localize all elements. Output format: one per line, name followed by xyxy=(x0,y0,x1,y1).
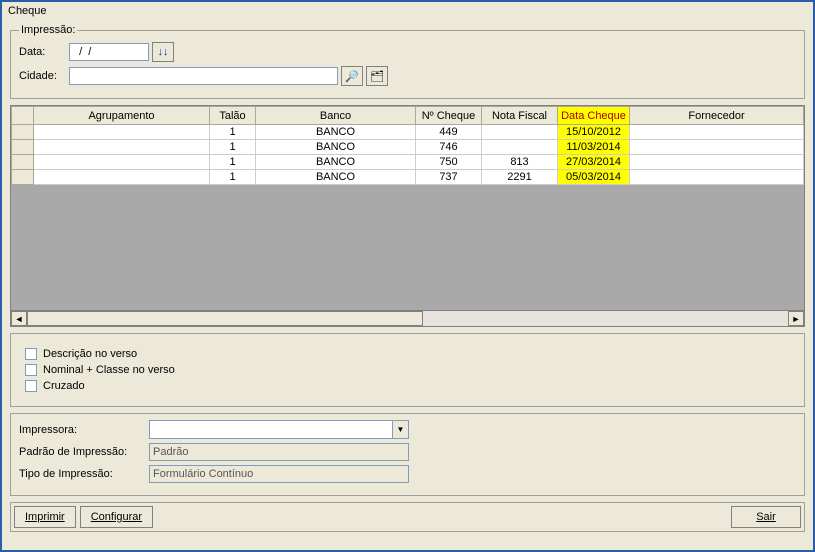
cidade-search-button[interactable]: 🔎 xyxy=(341,66,363,86)
table-row[interactable]: 1BANCO449 15/10/2012 xyxy=(12,125,804,140)
col-banco[interactable]: Banco xyxy=(256,107,416,125)
chk-cruzado[interactable]: Cruzado xyxy=(25,380,790,392)
cell-talao: 1 xyxy=(210,125,256,140)
cell-nota-fiscal xyxy=(482,125,558,140)
cell-nota-fiscal xyxy=(482,140,558,155)
chk-cruzado-label: Cruzado xyxy=(43,380,85,392)
cell-fornecedor xyxy=(630,155,804,170)
cell-fornecedor xyxy=(630,125,804,140)
scroll-left-arrow[interactable]: ◄ xyxy=(11,311,27,326)
table-row[interactable]: 1BANCO75081327/03/2014 xyxy=(12,155,804,170)
cell-data-cheque: 27/03/2014 xyxy=(558,155,630,170)
cell-nota-fiscal: 813 xyxy=(482,155,558,170)
cell-data-cheque: 11/03/2014 xyxy=(558,140,630,155)
cheque-window: Cheque Impressão: Data: ↓↓ Cidade: 🔎 🗂 xyxy=(0,0,815,552)
row-selector-cell[interactable] xyxy=(12,140,34,155)
impressora-label: Impressora: xyxy=(19,424,149,436)
cheque-grid: Agrupamento Talão Banco Nº Cheque Nota F… xyxy=(10,105,805,327)
cell-agrupamento xyxy=(34,140,210,155)
grid-hscrollbar[interactable]: ◄ ► xyxy=(11,310,804,326)
cell-banco: BANCO xyxy=(256,140,416,155)
impressao-legend: Impressão: xyxy=(19,24,77,36)
card-icon: 🗂 xyxy=(370,70,384,83)
cell-fornecedor xyxy=(630,140,804,155)
data-label: Data: xyxy=(19,46,69,58)
impressao-group: Impressão: Data: ↓↓ Cidade: 🔎 🗂 xyxy=(10,24,805,99)
row-selector-cell[interactable] xyxy=(12,125,34,140)
grid-viewport[interactable]: Agrupamento Talão Banco Nº Cheque Nota F… xyxy=(11,106,804,310)
col-fornecedor[interactable]: Fornecedor xyxy=(630,107,804,125)
row-selector-cell[interactable] xyxy=(12,170,34,185)
chk-nominal-classe-label: Nominal + Classe no verso xyxy=(43,364,175,376)
binoculars-icon: 🔎 xyxy=(345,70,359,83)
col-rowselector[interactable] xyxy=(12,107,34,125)
impressora-value xyxy=(150,421,392,438)
grid-table: Agrupamento Talão Banco Nº Cheque Nota F… xyxy=(11,106,804,185)
cell-num-cheque: 737 xyxy=(416,170,482,185)
cell-talao: 1 xyxy=(210,140,256,155)
cell-fornecedor xyxy=(630,170,804,185)
scroll-track[interactable] xyxy=(27,311,788,326)
window-title: Cheque xyxy=(2,2,813,20)
cell-agrupamento xyxy=(34,155,210,170)
cidade-input[interactable] xyxy=(69,67,338,85)
table-row[interactable]: 1BANCO737229105/03/2014 xyxy=(12,170,804,185)
sair-button[interactable]: Sair xyxy=(731,506,801,528)
cell-data-cheque: 05/03/2014 xyxy=(558,170,630,185)
col-data-cheque[interactable]: Data Cheque xyxy=(558,107,630,125)
tipo-input xyxy=(149,465,409,483)
imprimir-button[interactable]: Imprimir xyxy=(14,506,76,528)
row-selector-cell[interactable] xyxy=(12,155,34,170)
configurar-button[interactable]: Configurar xyxy=(80,506,153,528)
grid-header-row: Agrupamento Talão Banco Nº Cheque Nota F… xyxy=(12,107,804,125)
chk-nominal-classe[interactable]: Nominal + Classe no verso xyxy=(25,364,790,376)
tipo-label: Tipo de Impressão: xyxy=(19,468,149,480)
cell-banco: BANCO xyxy=(256,155,416,170)
scroll-right-arrow[interactable]: ► xyxy=(788,311,804,326)
cidade-label: Cidade: xyxy=(19,70,69,82)
cell-banco: BANCO xyxy=(256,125,416,140)
padrao-label: Padrão de Impressão: xyxy=(19,446,149,458)
cell-banco: BANCO xyxy=(256,170,416,185)
col-nota-fiscal[interactable]: Nota Fiscal xyxy=(482,107,558,125)
checkbox-icon xyxy=(25,364,37,376)
cell-nota-fiscal: 2291 xyxy=(482,170,558,185)
date-arrows-button[interactable]: ↓↓ xyxy=(152,42,174,62)
cell-agrupamento xyxy=(34,125,210,140)
checkbox-icon xyxy=(25,348,37,360)
printer-group: Impressora: ▼ Padrão de Impressão: Tipo … xyxy=(10,413,805,496)
col-num-cheque[interactable]: Nº Cheque xyxy=(416,107,482,125)
impressora-combo[interactable]: ▼ xyxy=(149,420,409,439)
data-input[interactable] xyxy=(69,43,149,61)
col-agrupamento[interactable]: Agrupamento xyxy=(34,107,210,125)
checkbox-icon xyxy=(25,380,37,392)
options-group: Descrição no verso Nominal + Classe no v… xyxy=(10,333,805,407)
cell-num-cheque: 449 xyxy=(416,125,482,140)
cell-agrupamento xyxy=(34,170,210,185)
combo-drop-icon[interactable]: ▼ xyxy=(392,421,408,438)
cell-num-cheque: 746 xyxy=(416,140,482,155)
scroll-thumb[interactable] xyxy=(27,311,423,326)
bottom-bar: Imprimir Configurar Sair xyxy=(10,502,805,532)
padrao-input xyxy=(149,443,409,461)
chk-descricao-verso-label: Descrição no verso xyxy=(43,348,137,360)
cell-data-cheque: 15/10/2012 xyxy=(558,125,630,140)
chk-descricao-verso[interactable]: Descrição no verso xyxy=(25,348,790,360)
cidade-card-button[interactable]: 🗂 xyxy=(366,66,388,86)
cell-num-cheque: 750 xyxy=(416,155,482,170)
client-area: Impressão: Data: ↓↓ Cidade: 🔎 🗂 xyxy=(6,22,809,546)
col-talao[interactable]: Talão xyxy=(210,107,256,125)
cell-talao: 1 xyxy=(210,155,256,170)
down-arrows-icon: ↓↓ xyxy=(158,46,169,58)
cell-talao: 1 xyxy=(210,170,256,185)
table-row[interactable]: 1BANCO746 11/03/2014 xyxy=(12,140,804,155)
